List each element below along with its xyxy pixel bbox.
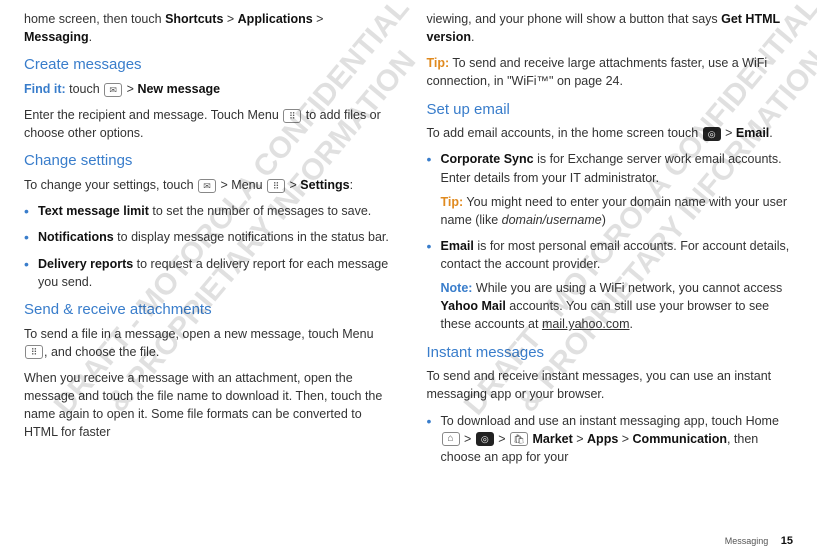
im-bullets: To download and use an instant messaging…: [427, 412, 794, 466]
tip-line: Tip: To send and receive large attachmen…: [427, 54, 794, 90]
heading-setup-email: Set up email: [427, 99, 794, 121]
list-item: Email is for most personal email account…: [427, 237, 794, 334]
footer-section: Messaging: [725, 536, 769, 546]
home-icon: ⌂: [442, 432, 460, 446]
create-body: Enter the recipient and message. Touch M…: [24, 106, 391, 142]
email-note: Note: While you are using a WiFi network…: [441, 279, 794, 333]
footer-page-number: 15: [781, 535, 793, 547]
list-item: Text message limit to set the number of …: [24, 202, 391, 220]
settings-bullets: Text message limit to set the number of …: [24, 202, 391, 291]
intro-continuation: home screen, then touch Shortcuts > Appl…: [24, 10, 391, 46]
page-footer: Messaging 15: [725, 534, 793, 550]
corporate-tip: Tip: You might need to enter your domain…: [441, 193, 794, 229]
findit-line: Find it: touch ✉ > New message: [24, 80, 391, 98]
menu-icon: ⠿: [25, 345, 43, 359]
send-p1: To send a file in a message, open a new …: [24, 325, 391, 361]
menu-icon: ⠿: [267, 179, 285, 193]
list-item: Notifications to display message notific…: [24, 228, 391, 246]
list-item: To download and use an instant messaging…: [427, 412, 794, 466]
market-icon: 🛍: [510, 432, 528, 446]
page-body: home screen, then touch Shortcuts > Appl…: [0, 0, 817, 520]
im-intro: To send and receive instant messages, yo…: [427, 367, 794, 403]
change-intro: To change your settings, touch ✉ > Menu …: [24, 176, 391, 194]
launcher-icon: ◎: [703, 127, 721, 141]
email-bullets: Corporate Sync is for Exchange server wo…: [427, 150, 794, 333]
messaging-icon: ✉: [198, 179, 216, 193]
col2-continuation: viewing, and your phone will show a butt…: [427, 10, 794, 46]
heading-send-receive: Send & receive attachments: [24, 299, 391, 321]
list-item: Delivery reports to request a delivery r…: [24, 255, 391, 291]
send-p2: When you receive a message with an attac…: [24, 369, 391, 442]
setup-intro: To add email accounts, in the home scree…: [427, 124, 794, 142]
heading-change-settings: Change settings: [24, 150, 391, 172]
menu-icon: ⠿: [283, 109, 301, 123]
heading-instant-messages: Instant messages: [427, 342, 794, 364]
list-item: Corporate Sync is for Exchange server wo…: [427, 150, 794, 229]
heading-create-messages: Create messages: [24, 54, 391, 76]
messaging-icon: ✉: [104, 83, 122, 97]
launcher-icon: ◎: [476, 432, 494, 446]
